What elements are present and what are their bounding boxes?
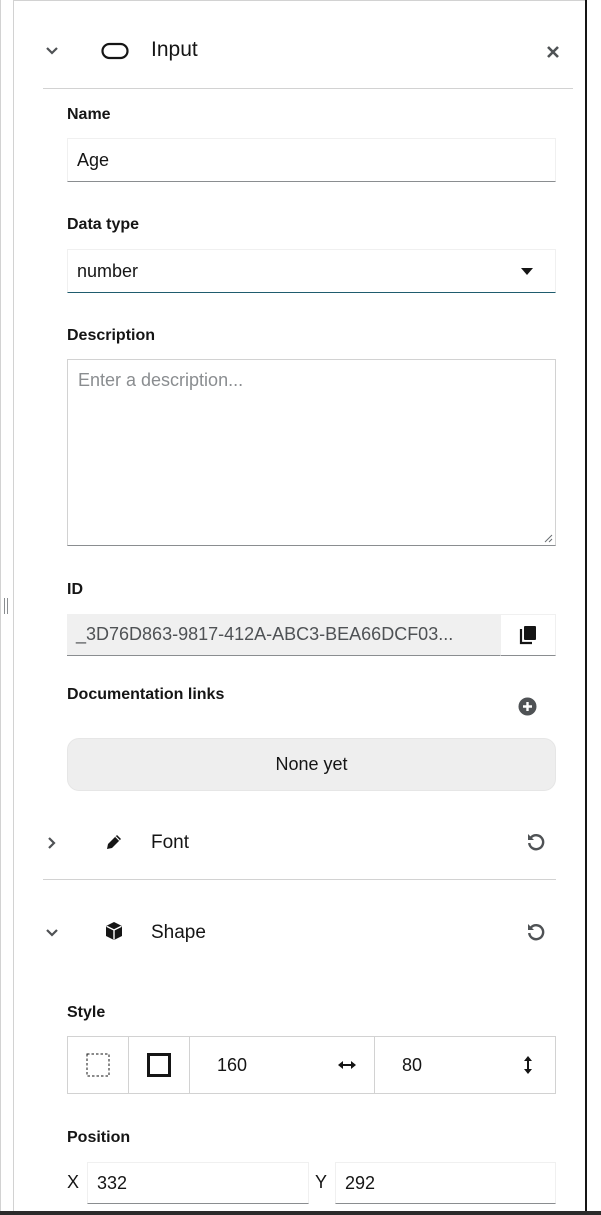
width-input[interactable]: 160 bbox=[190, 1037, 375, 1093]
name-label: Name bbox=[67, 106, 111, 123]
shape-reset-icon[interactable] bbox=[525, 921, 547, 943]
font-section-title[interactable]: Font bbox=[151, 832, 189, 854]
documentation-links-label: Documentation links bbox=[67, 686, 225, 703]
height-input[interactable]: 80 bbox=[375, 1037, 555, 1093]
solid-border-button[interactable] bbox=[129, 1037, 190, 1093]
id-value: _3D76D863-9817-412A-ABC3-BEA66DCF03... bbox=[67, 614, 500, 656]
rounded-rectangle-icon bbox=[100, 41, 130, 61]
description-placeholder: Enter a description... bbox=[78, 370, 244, 390]
close-icon[interactable] bbox=[543, 42, 563, 62]
id-label: ID bbox=[67, 581, 83, 598]
data-type-select[interactable]: number bbox=[67, 249, 556, 293]
position-label: Position bbox=[67, 1129, 131, 1146]
description-textarea[interactable]: Enter a description... bbox=[67, 359, 556, 546]
font-section-divider bbox=[43, 879, 556, 880]
description-label: Description bbox=[67, 327, 156, 344]
horizontal-arrows-icon bbox=[338, 1061, 356, 1069]
no-border-button[interactable] bbox=[68, 1037, 129, 1093]
copy-button[interactable] bbox=[500, 614, 556, 656]
id-field: _3D76D863-9817-412A-ABC3-BEA66DCF03... bbox=[67, 614, 556, 656]
add-link-button[interactable] bbox=[517, 696, 537, 716]
solid-square-icon bbox=[147, 1053, 171, 1077]
width-value: 160 bbox=[217, 1054, 248, 1075]
y-input[interactable]: 292 bbox=[335, 1162, 556, 1204]
font-reset-icon[interactable] bbox=[525, 831, 547, 853]
documentation-links-empty: None yet bbox=[67, 738, 556, 791]
bottom-border bbox=[0, 1211, 601, 1215]
caret-down-icon bbox=[521, 268, 533, 275]
y-label: Y bbox=[315, 1172, 328, 1192]
data-type-label: Data type bbox=[67, 216, 140, 233]
vertical-arrows-icon bbox=[524, 1056, 532, 1074]
top-border bbox=[0, 0, 601, 4]
panel-title: Input bbox=[151, 38, 198, 61]
scrollbar-track[interactable] bbox=[585, 0, 601, 1215]
resize-handle-icon[interactable] bbox=[544, 534, 553, 543]
shape-section-title[interactable]: Shape bbox=[151, 922, 206, 944]
copy-icon bbox=[519, 626, 536, 645]
style-toolbar: 160 80 bbox=[67, 1036, 556, 1094]
resize-grip-icon[interactable] bbox=[4, 598, 10, 614]
plus-circle-icon bbox=[518, 697, 536, 715]
header-divider bbox=[43, 88, 573, 89]
dashed-square-icon bbox=[86, 1053, 110, 1077]
cube-icon bbox=[103, 920, 125, 942]
pencil-icon bbox=[103, 831, 125, 853]
name-input[interactable]: Age bbox=[67, 138, 556, 182]
height-value: 80 bbox=[402, 1054, 423, 1075]
chevron-down-icon[interactable] bbox=[42, 923, 62, 943]
data-type-value: number bbox=[77, 260, 139, 281]
style-label: Style bbox=[67, 1004, 106, 1021]
x-label: X bbox=[67, 1172, 80, 1192]
chevron-down-icon[interactable] bbox=[42, 41, 62, 61]
chevron-right-icon[interactable] bbox=[42, 833, 62, 853]
x-input[interactable]: 332 bbox=[87, 1162, 309, 1204]
